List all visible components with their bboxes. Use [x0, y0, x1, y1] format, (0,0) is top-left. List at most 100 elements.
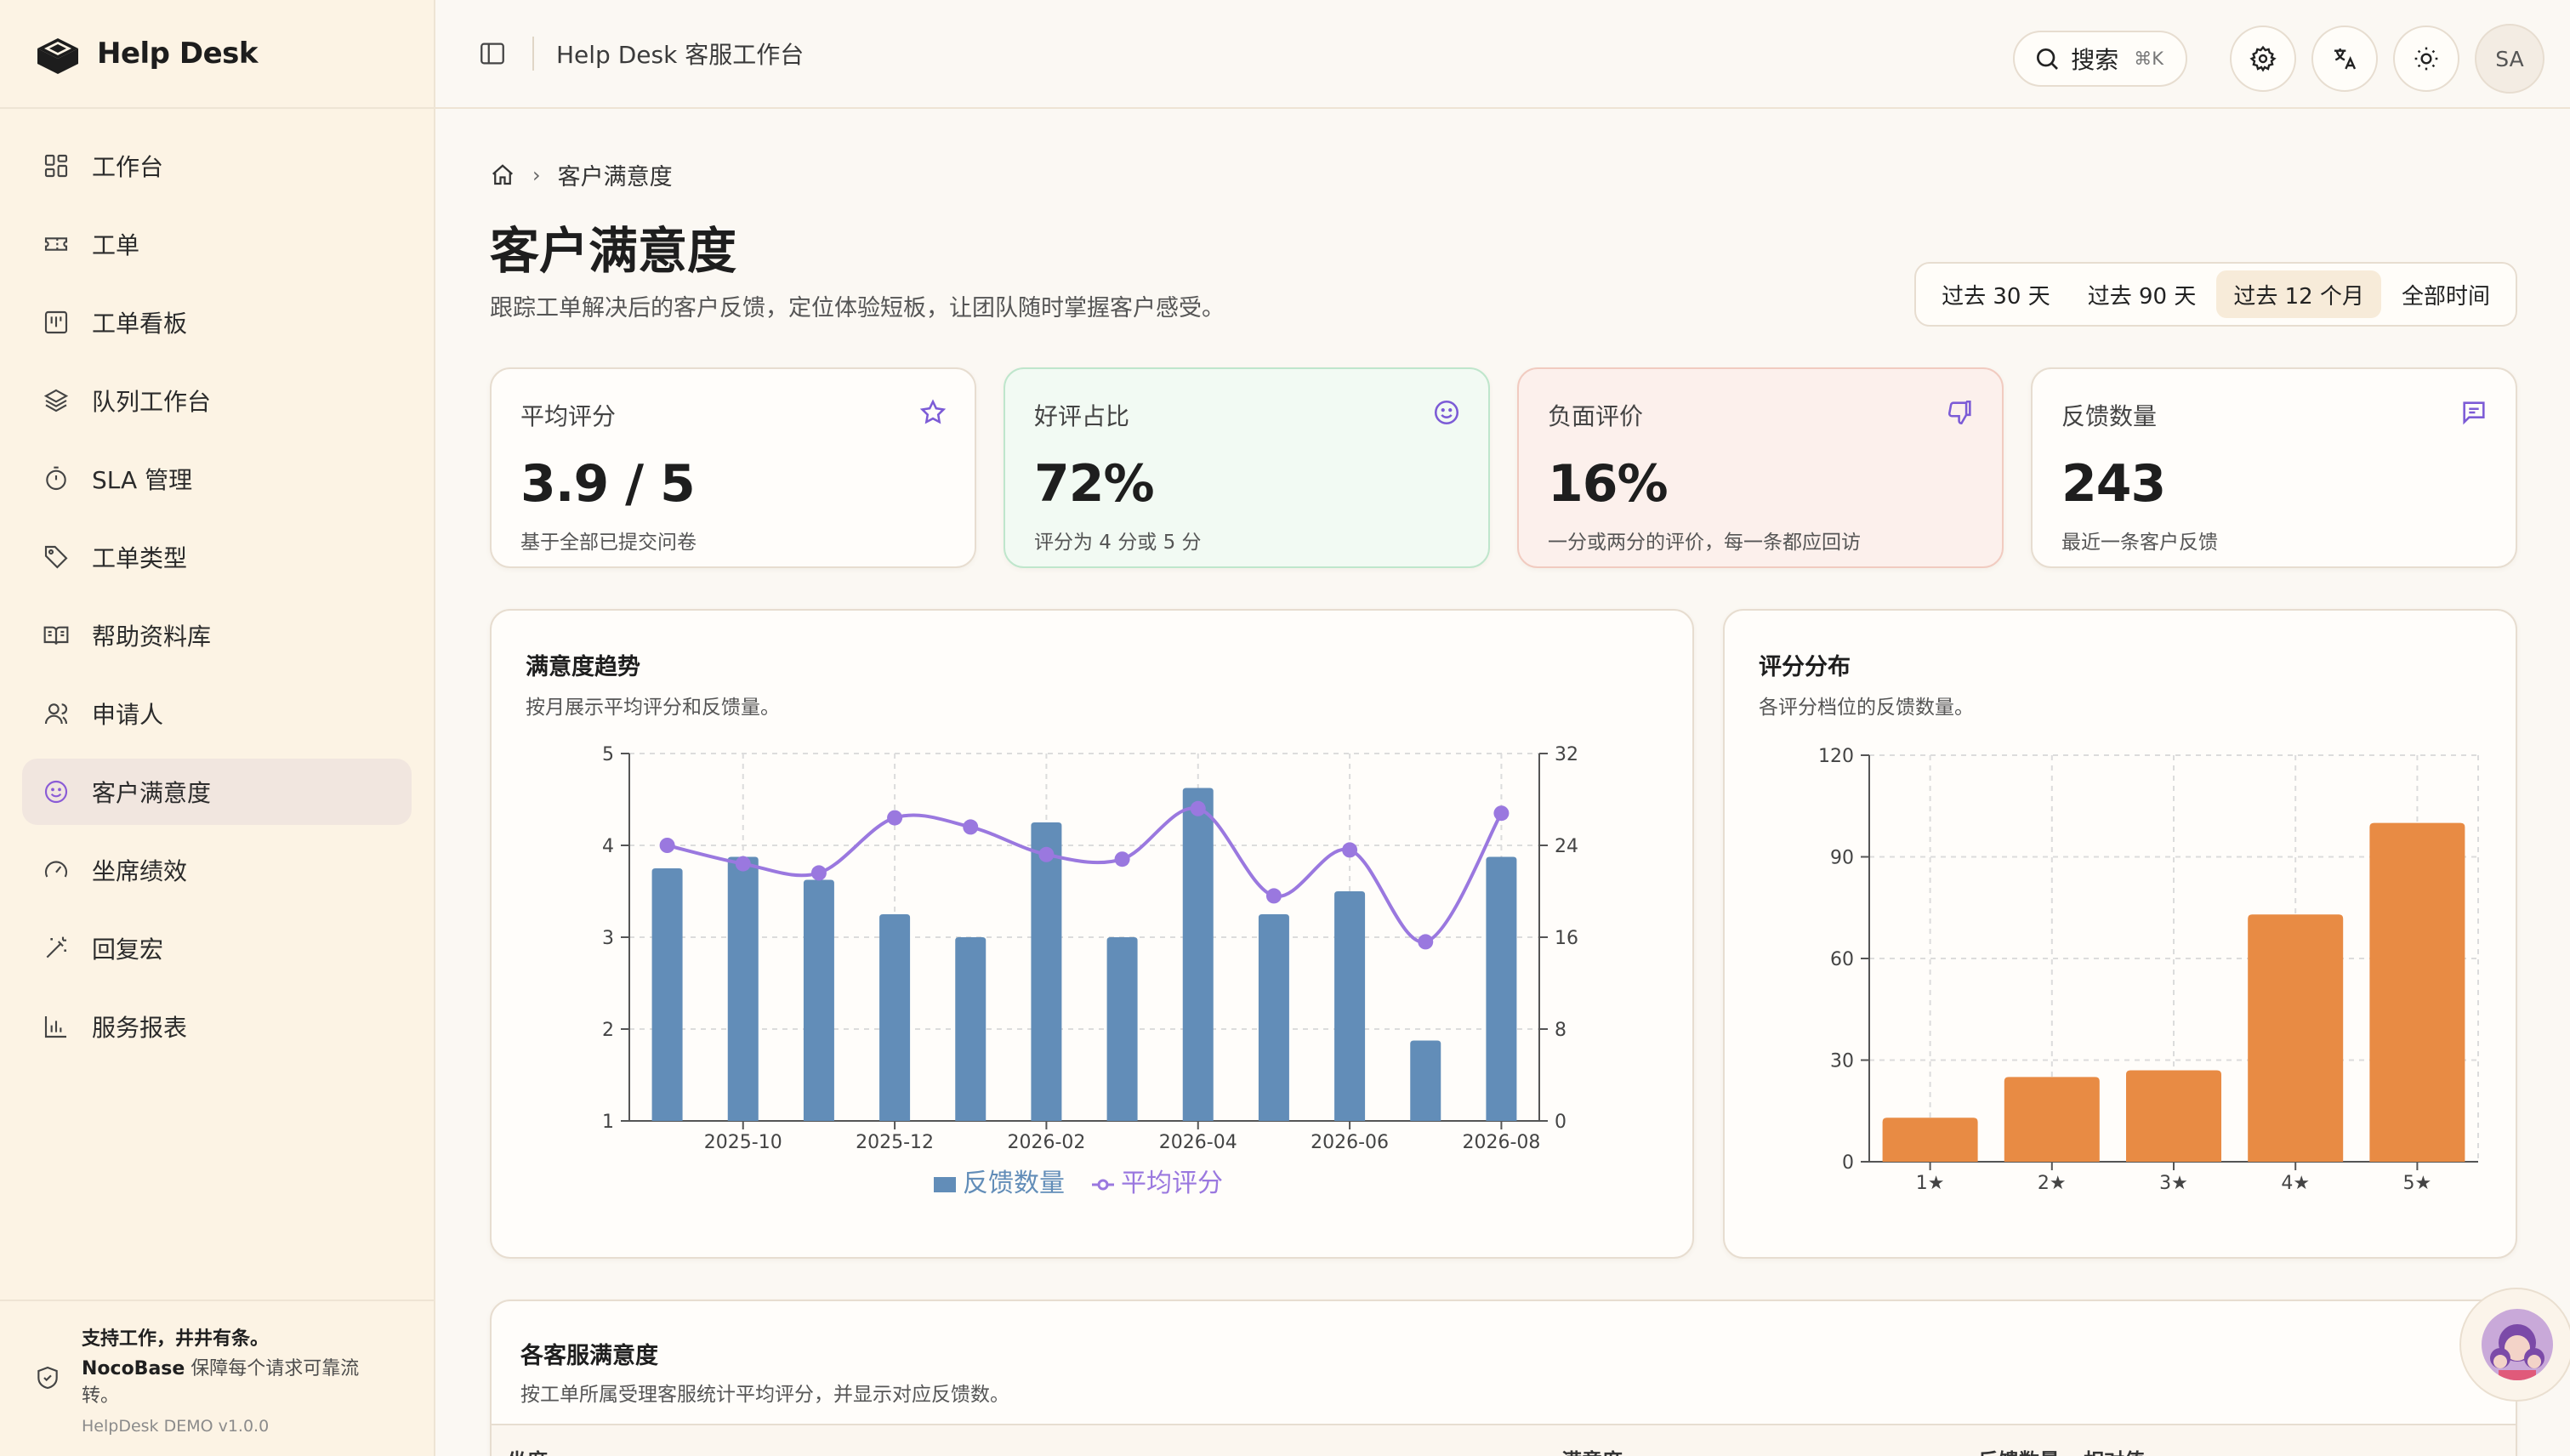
chevron-right-icon: ›	[532, 162, 541, 187]
score-point	[1265, 888, 1282, 904]
settings-button[interactable]	[2230, 26, 2296, 92]
chart-bar	[803, 879, 834, 1121]
score-distribution-chart: 0 30 60 90 120 1★ 2★ 3★ 4★ 5★	[1818, 746, 2479, 1194]
chart-bar	[879, 914, 911, 1121]
column-header-agent[interactable]: 坐席	[507, 1444, 548, 1456]
chart-bar	[1410, 1040, 1441, 1121]
breadcrumb: › 客户满意度	[490, 158, 673, 191]
y-left-tick-label: 3	[602, 928, 614, 949]
chart-bar	[1031, 822, 1062, 1121]
y-right-tick-label: 8	[1555, 1020, 1566, 1041]
sidebar-item-macros[interactable]: 回复宏	[22, 915, 412, 981]
sidebar-item-label: SLA 管理	[92, 466, 193, 494]
translate-icon	[2334, 48, 2357, 70]
kpi-label: 反馈数量	[2061, 402, 2158, 430]
sidebar-item-ticket-types[interactable]: 工单类型	[22, 524, 412, 590]
tab-90-days[interactable]: 过去 90 天	[2071, 270, 2214, 318]
legend-line-label: 平均评分	[1121, 1169, 1223, 1198]
main-content: › 客户满意度 客户满意度 跟踪工单解决后的客户反馈，定位体验短板，让团队随时掌…	[435, 111, 2570, 1456]
column-header-satisfaction[interactable]: 满意度	[1561, 1444, 1623, 1456]
theme-button[interactable]	[2393, 26, 2459, 92]
kpi-sub: 评分为 4 分或 5 分	[1034, 532, 1202, 554]
gear-icon	[2249, 45, 2277, 72]
sidebar-item-reports[interactable]: 服务报表	[22, 993, 412, 1060]
x-tick-label: 2026-02	[1007, 1132, 1085, 1153]
sidebar-item-agent-performance[interactable]: 坐席绩效	[22, 837, 412, 903]
range-tabs: 过去 30 天 过去 90 天 过去 12 个月 全部时间	[1914, 262, 2517, 327]
distribution-card: 评分分布 各评分档位的反馈数量。 0 30 60 90 120 1★ 2★ 3★ 4★ 5★	[1723, 609, 2517, 1259]
score-point	[1342, 842, 1358, 858]
home-icon[interactable]	[490, 162, 515, 188]
trend-card: 满意度趋势 按月展示平均评分和反馈量。 1 2 3 4 5 0 8 16 24 32 2025-10…	[490, 609, 1694, 1259]
search-button[interactable]: 搜索 ⌘K	[2013, 31, 2187, 87]
score-point	[1418, 934, 1434, 950]
sidebar-item-label: 工单类型	[92, 544, 188, 572]
column-header-relative[interactable]: 相对值	[2084, 1444, 2145, 1456]
y-tick-label: 90	[1830, 848, 1854, 869]
sidebar-nav: 工作台 工单 工单看板 队列工作台 SLA 管理 工单类型 帮助资料库 申请人	[0, 109, 434, 1060]
score-point	[1493, 805, 1510, 822]
sidebar-item-dashboard[interactable]: 工作台	[22, 133, 412, 199]
chart-bar	[1486, 856, 1517, 1121]
breadcrumb-current: 客户满意度	[557, 164, 673, 191]
dashboard-icon	[44, 154, 68, 178]
sidebar-item-label: 坐席绩效	[92, 857, 188, 885]
y-right-tick-label: 16	[1555, 928, 1578, 949]
sidebar-item-knowledge-base[interactable]: 帮助资料库	[22, 602, 412, 668]
wand-icon	[46, 936, 66, 958]
tab-30-days[interactable]: 过去 30 天	[1925, 270, 2067, 318]
chart-bar	[1334, 891, 1366, 1121]
sidebar-toggle-icon[interactable]	[478, 39, 507, 68]
x-tick-label: 3★	[2159, 1173, 2188, 1194]
chart-bar	[2369, 822, 2465, 1162]
chart-bar	[2126, 1070, 2221, 1162]
tab-12-months[interactable]: 过去 12 个月	[2216, 270, 2381, 318]
sun-icon	[2414, 47, 2438, 71]
sidebar-item-queue[interactable]: 队列工作台	[22, 367, 412, 434]
assistant-button[interactable]	[2459, 1288, 2570, 1402]
sidebar-item-tickets[interactable]: 工单	[22, 211, 412, 277]
avatar[interactable]: SA	[2475, 24, 2544, 94]
kpi-negative-ratio: 负面评价 16% 一分或两分的评价，每一条都应回访	[1517, 367, 2004, 568]
y-right-tick-label: 24	[1555, 836, 1578, 857]
thumbs-down-icon	[1947, 400, 1971, 425]
sidebar-item-satisfaction[interactable]: 客户满意度	[22, 759, 412, 825]
kpi-value: 16%	[1548, 454, 1669, 514]
footer-desc: NocoBase 保障每个请求可靠流转。	[82, 1356, 396, 1410]
score-point	[1190, 800, 1206, 816]
kpi-average-score: 平均评分 3.9 / 5 基于全部已提交问卷	[490, 367, 976, 568]
sidebar-item-label: 工作台	[92, 153, 164, 181]
star-icon	[919, 399, 947, 424]
language-button[interactable]	[2311, 26, 2378, 92]
kpi-sub: 最近一条客户反馈	[2061, 532, 2218, 554]
legend-bar-label: 反馈数量	[963, 1169, 1065, 1198]
sidebar-item-kanban[interactable]: 工单看板	[22, 289, 412, 355]
user-icon	[44, 703, 68, 725]
tab-all-time[interactable]: 全部时间	[2385, 270, 2507, 318]
x-tick-label: 2025-12	[856, 1132, 934, 1153]
sidebar-item-requesters[interactable]: 申请人	[22, 680, 412, 747]
column-header-feedback-count[interactable]: 反馈数量	[1978, 1444, 2060, 1456]
page-description: 跟踪工单解决后的客户反馈，定位体验短板，让团队随时掌握客户感受。	[490, 295, 1225, 321]
workspace-title: Help Desk 客服工作台	[556, 41, 805, 69]
chart-bar	[1882, 1118, 1978, 1162]
y-left-tick-label: 2	[602, 1020, 614, 1041]
sidebar-item-label: 回复宏	[92, 936, 164, 964]
tag-icon	[44, 545, 68, 569]
kpi-feedback-count: 反馈数量 243 最近一条客户反馈	[2031, 367, 2517, 568]
chart-bar	[2248, 914, 2344, 1162]
sidebar-item-label: 申请人	[92, 701, 164, 729]
footer-title: 支持工作，井井有条。	[82, 1328, 270, 1350]
book-icon	[43, 626, 69, 645]
y-left-tick-label: 1	[602, 1112, 614, 1133]
sidebar-item-sla[interactable]: SLA 管理	[22, 446, 412, 512]
sidebar-item-label: 工单看板	[92, 310, 188, 338]
y-tick-label: 0	[1842, 1152, 1854, 1174]
gauge-icon	[44, 861, 68, 878]
kanban-icon	[44, 310, 68, 334]
message-icon	[2463, 401, 2485, 425]
score-point	[963, 819, 979, 835]
topbar-actions: 搜索 ⌘K SA	[2013, 24, 2544, 94]
kpi-value: 243	[2061, 454, 2166, 514]
brand[interactable]: Help Desk	[0, 0, 434, 109]
